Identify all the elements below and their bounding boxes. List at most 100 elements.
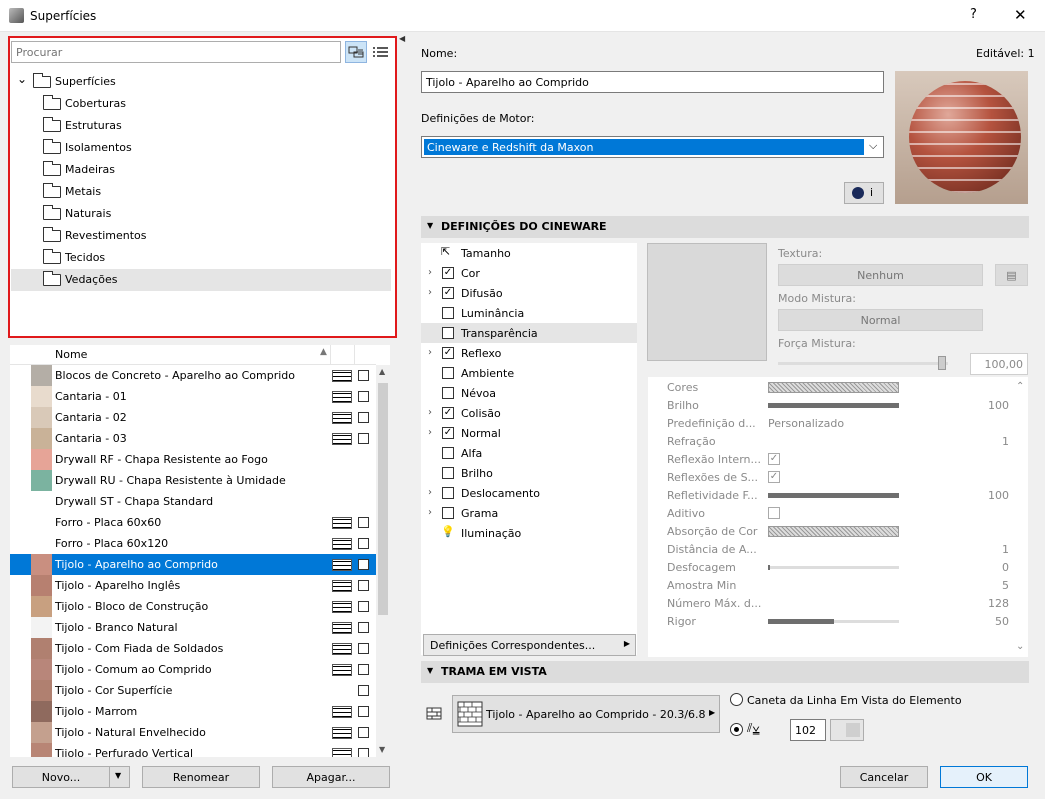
- property-checkbox[interactable]: ✓: [768, 453, 780, 465]
- engine-select[interactable]: Cineware e Redshift da Maxon ⌵: [421, 136, 884, 158]
- chevron-down-icon[interactable]: ⌄: [17, 72, 27, 86]
- channel-item[interactable]: Névoa: [421, 383, 637, 403]
- tree-folder[interactable]: Estruturas: [11, 115, 391, 137]
- channel-item[interactable]: › ✓ Colisão: [421, 403, 637, 423]
- property-slider[interactable]: [768, 403, 899, 408]
- tree-folder[interactable]: Isolamentos: [11, 137, 391, 159]
- color-swatch[interactable]: [768, 526, 899, 537]
- delete-button[interactable]: Apagar...: [272, 766, 390, 788]
- channel-item[interactable]: Ambiente: [421, 363, 637, 383]
- trama-section-header[interactable]: ▼ TRAMA EM VISTA: [421, 661, 1029, 683]
- list-item[interactable]: Cantaria - 01: [10, 386, 376, 407]
- property-value[interactable]: 5: [1002, 579, 1009, 592]
- list-item[interactable]: Tijolo - Com Fiada de Soldados: [10, 638, 376, 659]
- channel-item[interactable]: › ✓ Normal: [421, 423, 637, 443]
- property-value[interactable]: 1: [1002, 435, 1009, 448]
- channel-item[interactable]: › Deslocamento: [421, 483, 637, 503]
- scroll-down-icon[interactable]: ⌄: [1016, 641, 1024, 652]
- list-item[interactable]: Tijolo - Perfurado Vertical: [10, 743, 376, 757]
- new-button[interactable]: Novo... ▼: [12, 766, 130, 788]
- property-value[interactable]: Personalizado: [768, 417, 844, 430]
- pen-number-input[interactable]: 102: [790, 719, 826, 741]
- channel-checkbox[interactable]: [442, 487, 454, 499]
- scroll-thumb[interactable]: [378, 383, 388, 615]
- channel-checkbox[interactable]: [442, 387, 454, 399]
- property-checkbox[interactable]: ✓: [768, 471, 780, 483]
- help-button[interactable]: ?: [970, 7, 977, 22]
- tree-folder[interactable]: Madeiras: [11, 159, 391, 181]
- channel-checkbox[interactable]: [442, 467, 454, 479]
- channel-checkbox[interactable]: ✓: [442, 287, 454, 299]
- channel-checkbox[interactable]: [442, 327, 454, 339]
- list-item[interactable]: Tijolo - Aparelho Inglês: [10, 575, 376, 596]
- chevron-right-icon[interactable]: ›: [428, 507, 432, 518]
- channel-item[interactable]: › ✓ Cor: [421, 263, 637, 283]
- list-item[interactable]: Tijolo - Aparelho ao Comprido: [10, 554, 376, 575]
- channel-item[interactable]: › ✓ Difusão: [421, 283, 637, 303]
- list-item[interactable]: Tijolo - Comum ao Comprido: [10, 659, 376, 680]
- property-value[interactable]: 0: [1002, 561, 1009, 574]
- channel-checkbox[interactable]: ✓: [442, 407, 454, 419]
- chevron-right-icon[interactable]: ›: [428, 287, 432, 298]
- list-item[interactable]: Tijolo - Marrom: [10, 701, 376, 722]
- list-item[interactable]: Cantaria - 02: [10, 407, 376, 428]
- rename-button[interactable]: Renomear: [142, 766, 260, 788]
- search-input[interactable]: [11, 41, 341, 63]
- tree-root[interactable]: ⌄ Superfícies: [11, 71, 391, 93]
- tree-folder[interactable]: Coberturas: [11, 93, 391, 115]
- channel-checkbox[interactable]: [442, 507, 454, 519]
- tree-folder[interactable]: Naturais: [11, 203, 391, 225]
- property-checkbox[interactable]: [768, 507, 780, 519]
- collapse-panel-icon[interactable]: ◀: [399, 34, 405, 43]
- list-item[interactable]: Tijolo - Bloco de Construção: [10, 596, 376, 617]
- list-item[interactable]: Tijolo - Natural Envelhecido: [10, 722, 376, 743]
- list-item[interactable]: Tijolo - Cor Superfície: [10, 680, 376, 701]
- list-view-button[interactable]: [369, 41, 391, 63]
- channel-checkbox[interactable]: ✓: [442, 267, 454, 279]
- list-item[interactable]: Forro - Placa 60x120: [10, 533, 376, 554]
- name-field[interactable]: Tijolo - Aparelho ao Comprido: [421, 71, 884, 93]
- channel-item[interactable]: › ✓ Reflexo: [421, 343, 637, 363]
- channel-item[interactable]: Luminância: [421, 303, 637, 323]
- tree-folder[interactable]: Revestimentos: [11, 225, 391, 247]
- channel-checkbox[interactable]: [442, 447, 454, 459]
- property-slider[interactable]: [768, 619, 899, 624]
- channel-item[interactable]: Brilho: [421, 463, 637, 483]
- scroll-up-icon[interactable]: ▲: [379, 367, 385, 376]
- list-item[interactable]: Cantaria - 03: [10, 428, 376, 449]
- property-value[interactable]: 128: [988, 597, 1009, 610]
- list-item[interactable]: Blocos de Concreto - Aparelho ao Comprid…: [10, 365, 376, 386]
- tree-view-button[interactable]: [345, 41, 367, 63]
- tree-folder[interactable]: Metais: [11, 181, 391, 203]
- property-value[interactable]: 50: [995, 615, 1009, 628]
- slider-knob[interactable]: [938, 356, 946, 370]
- column-name-header[interactable]: Nome: [55, 348, 87, 361]
- close-button[interactable]: ✕: [1014, 6, 1027, 24]
- scroll-down-icon[interactable]: ▼: [379, 745, 385, 754]
- chevron-right-icon[interactable]: ›: [428, 407, 432, 418]
- scroll-up-icon[interactable]: ⌃: [1016, 381, 1024, 392]
- channel-checkbox[interactable]: ✓: [442, 347, 454, 359]
- property-slider[interactable]: [768, 565, 899, 570]
- property-value[interactable]: 1: [1002, 543, 1009, 556]
- list-scrollbar[interactable]: ▲ ▼: [376, 365, 390, 757]
- property-slider[interactable]: [768, 493, 899, 498]
- match-settings-button[interactable]: Definições Correspondentes... ▶: [423, 634, 636, 656]
- property-value[interactable]: 100: [988, 399, 1009, 412]
- list-item[interactable]: Drywall RF - Chapa Resistente ao Fogo: [10, 449, 376, 470]
- channel-item[interactable]: 💡 Iluminação: [421, 523, 637, 543]
- list-item[interactable]: Tijolo - Branco Natural: [10, 617, 376, 638]
- pen-value-radio[interactable]: [730, 723, 743, 736]
- cineware-section-header[interactable]: ▼ DEFINIÇÕES DO CINEWARE: [421, 216, 1029, 238]
- list-item[interactable]: Drywall ST - Chapa Standard: [10, 491, 376, 512]
- pen-color-button[interactable]: [830, 719, 864, 741]
- tree-folder[interactable]: Tecidos: [11, 247, 391, 269]
- engine-info-button[interactable]: i: [844, 182, 884, 204]
- mix-mode-select[interactable]: Normal: [778, 309, 983, 331]
- channel-checkbox[interactable]: [442, 367, 454, 379]
- chevron-right-icon[interactable]: ›: [428, 267, 432, 278]
- chevron-right-icon[interactable]: ›: [428, 427, 432, 438]
- channel-item[interactable]: Alfa: [421, 443, 637, 463]
- channel-checkbox[interactable]: ✓: [442, 427, 454, 439]
- color-swatch[interactable]: [768, 382, 899, 393]
